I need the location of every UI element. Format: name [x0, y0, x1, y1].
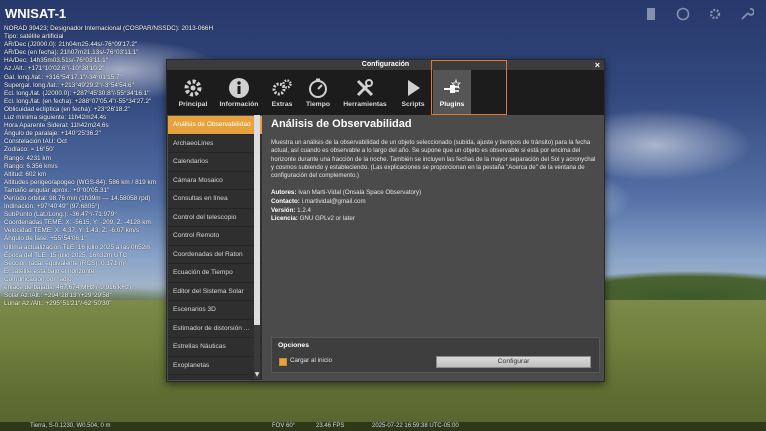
- info-icon: [229, 78, 249, 98]
- gears-icon: [272, 79, 292, 96]
- plugin-list: Análisis de Observabilidad ArchaeoLines Ca…: [168, 116, 262, 380]
- plugin-title: Análisis de Observabilidad: [271, 118, 412, 130]
- plugin-list-item[interactable]: Editor del Sistema Solar: [168, 283, 262, 301]
- tab-informacion[interactable]: Información: [216, 70, 262, 115]
- configure-button[interactable]: Configurar: [436, 356, 591, 368]
- gear-icon: [184, 79, 202, 97]
- load-at-start-checkbox[interactable]: [279, 358, 287, 366]
- plugin-list-item[interactable]: Escenarios 3D: [168, 301, 262, 320]
- tab-label: Herramientas: [343, 101, 387, 108]
- dialog-title-bar[interactable]: Configuración ×: [167, 60, 604, 70]
- status-bar: Tierra, S-0.1230, W0.504, 0 m FOV 60° 23…: [0, 422, 766, 431]
- plugin-list-item[interactable]: Control Remoto: [168, 227, 262, 246]
- plugin-list-item[interactable]: Interfaz de usuario en m...: [168, 375, 262, 380]
- dialog-title: Configuración: [361, 61, 410, 68]
- gear-icon[interactable]: [708, 6, 722, 20]
- plugin-list-item[interactable]: Coordenadas del Raton: [168, 246, 262, 264]
- status-location: Tierra, S-0.1230, W0.504, 0 m: [30, 423, 111, 429]
- plugin-contact: Contacto: i.martividal@gmail.com: [271, 198, 366, 206]
- settings-tab-bar: Principal Información Extras Tiempo Herr…: [167, 70, 604, 115]
- status-datetime: 2025-07-22 16:59:38 UTC-05:00: [372, 423, 459, 429]
- plugin-list-item[interactable]: Ecuación de Tiempo: [168, 264, 262, 283]
- plugin-list-item[interactable]: Calendarios: [168, 153, 262, 172]
- plugin-list-item[interactable]: Estimador de distorsión ...: [168, 320, 262, 338]
- plugin-list-item[interactable]: Control del telescopio: [168, 209, 262, 227]
- plugin-version: Versión: 1.2.4: [271, 206, 311, 214]
- tab-label: Extras: [271, 101, 293, 108]
- plugin-detail: Análisis de Observabilidad Muestra un an…: [271, 116, 597, 330]
- scrollbar-thumb[interactable]: [254, 115, 260, 325]
- tab-label: Principal: [178, 101, 208, 108]
- status-fov: FOV 60°: [272, 423, 296, 429]
- tab-extras[interactable]: Extras: [265, 70, 299, 115]
- plugin-list-item[interactable]: Estrellas Náuticas: [168, 338, 262, 357]
- plugin-list-item[interactable]: Consultas en línea: [168, 190, 262, 209]
- wrench-icon[interactable]: [740, 6, 755, 20]
- plugin-list-item[interactable]: Exoplanetas: [168, 357, 262, 375]
- plugin-meta: Autores: Ivan Marti-Vidal (Onsala Space …: [271, 189, 597, 223]
- document-icon[interactable]: [644, 6, 658, 20]
- tab-scripts[interactable]: Scripts: [395, 70, 431, 115]
- plugin-description: Muestra un análisis de la observabilidad…: [271, 139, 596, 180]
- plugin-list-item[interactable]: Análisis de Observabilidad: [168, 116, 262, 135]
- plugin-license: Licencia: GNU GPLv2 or later: [271, 215, 355, 223]
- info-line: Tipo: satélite artificial: [4, 33, 64, 41]
- tab-label: Información: [219, 101, 259, 108]
- tab-principal[interactable]: Principal: [171, 70, 215, 115]
- plugins-tab-highlight: [431, 60, 507, 115]
- tab-label: Tiempo: [305, 101, 331, 108]
- top-toolbar: [644, 6, 755, 21]
- plugin-author: Autores: Ivan Marti-Vidal (Onsala Space …: [271, 189, 422, 197]
- options-title: Opciones: [278, 342, 309, 349]
- close-icon[interactable]: ×: [595, 60, 600, 70]
- tab-tiempo[interactable]: Tiempo: [301, 70, 335, 115]
- info-line: NORAD 39423; Designador Internacional (C…: [4, 25, 214, 32]
- configuration-dialog: Configuración × Principal Información Ex…: [166, 59, 605, 382]
- tab-label: Scripts: [401, 101, 425, 108]
- plugin-options: Opciones Cargar al inicio Configurar: [271, 337, 600, 373]
- tab-herramientas[interactable]: Herramientas: [337, 70, 393, 115]
- play-icon: [408, 80, 420, 96]
- chevron-down-icon[interactable]: ▼: [254, 371, 260, 379]
- plugin-list-item[interactable]: ArchaeoLines: [168, 135, 262, 153]
- tools-icon: [356, 79, 374, 97]
- object-name: WNISAT-1: [5, 6, 67, 21]
- load-at-start-label: Cargar al inicio: [290, 357, 332, 364]
- plugin-list-scrollbar[interactable]: ▼: [254, 115, 260, 379]
- status-fps: 23.46 FPS: [316, 423, 345, 429]
- plugin-list-item[interactable]: Cámara Mosaico: [168, 172, 262, 190]
- clock-icon[interactable]: [676, 6, 690, 21]
- stopwatch-icon: [309, 78, 327, 98]
